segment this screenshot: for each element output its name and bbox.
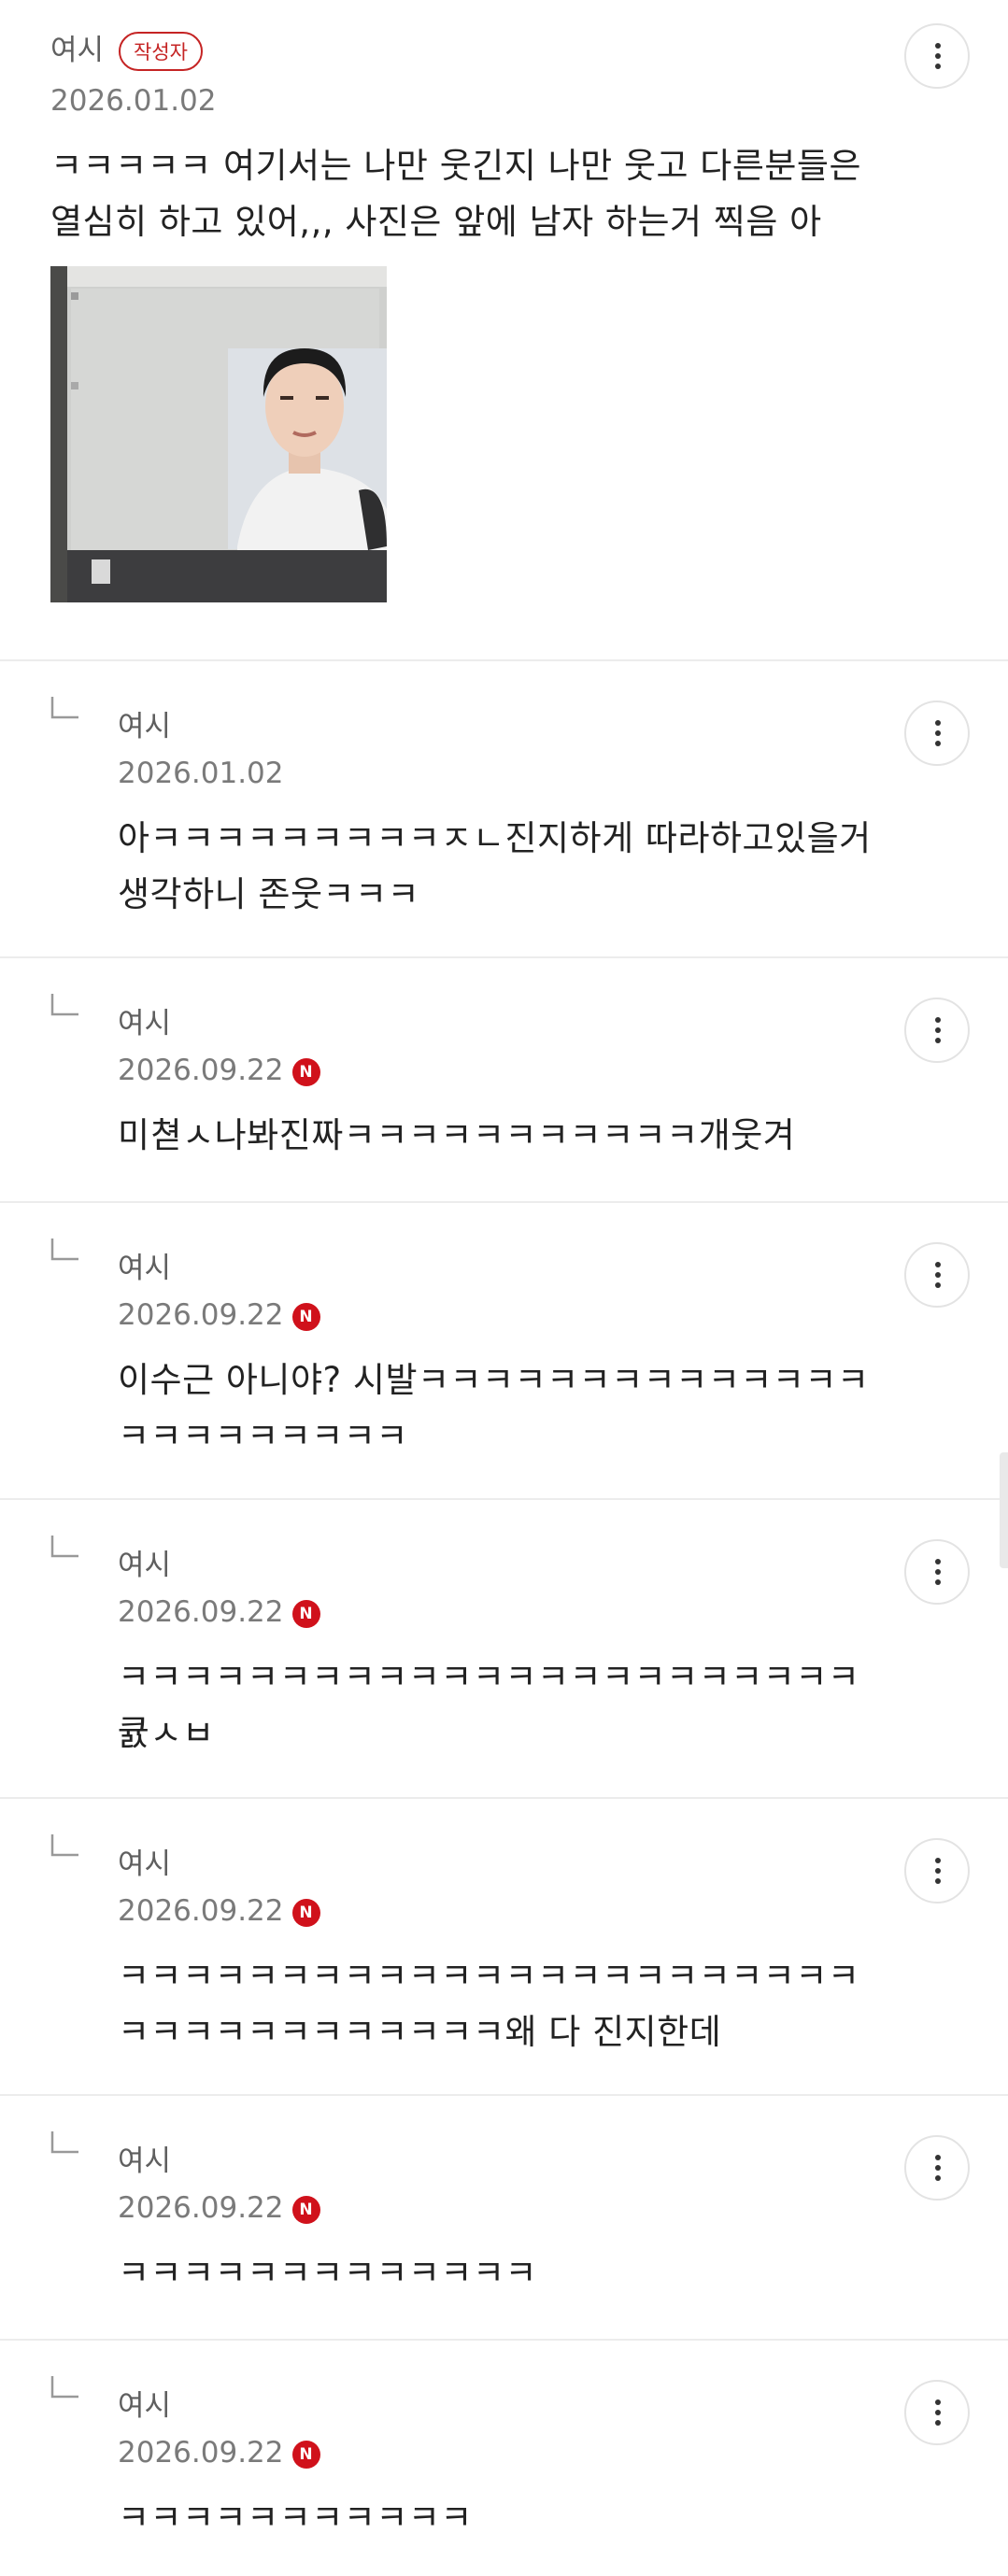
more-options-button[interactable] — [904, 23, 970, 89]
new-badge-icon: N — [291, 1058, 320, 1086]
reply-date: 2026.01.02 — [118, 755, 284, 792]
reply-date: 2026.09.22 N — [118, 1052, 320, 1089]
reply-text-line: ㅋㅋㅋㅋㅋㅋㅋㅋㅋㅋㅋ — [118, 2498, 473, 2538]
reply-arrow-icon — [50, 1238, 78, 1263]
reply-text: ㅋㅋㅋㅋㅋㅋㅋㅋㅋㅋㅋㅋㅋㅋㅋㅋㅋㅋㅋㅋㅋㅋㅋ ㅋㅋㅋㅋㅋㅋㅋㅋㅋㅋㅋㅋ왜 다 … — [118, 1948, 859, 2060]
reply-date: 2026.09.22 N — [118, 1892, 320, 1930]
reply-text-line: ㅋㅋㅋㅋㅋㅋㅋㅋㅋㅋㅋㅋ왜 다 진지한데 — [118, 2012, 722, 2052]
more-vertical-icon — [935, 43, 941, 69]
new-badge-icon: N — [291, 2196, 320, 2224]
reply-date-text: 2026.09.22 — [118, 1595, 284, 1629]
more-vertical-icon — [935, 1559, 941, 1585]
photo-image — [50, 266, 387, 602]
reply-date: 2026.09.22 N — [118, 2189, 320, 2227]
reply-text-line: ㅋㅋㅋㅋㅋㅋㅋㅋㅋㅋㅋㅋㅋ — [118, 2253, 538, 2293]
reply-text-line: 이수근 아니야? 시발ㅋㅋㅋㅋㅋㅋㅋㅋㅋㅋㅋㅋㅋㅋ — [118, 1360, 870, 1400]
more-options-button[interactable] — [904, 1539, 970, 1605]
attached-photo[interactable] — [50, 266, 387, 602]
reply-text: 이수근 아니야? 시발ㅋㅋㅋㅋㅋㅋㅋㅋㅋㅋㅋㅋㅋㅋ ㅋㅋㅋㅋㅋㅋㅋㅋㅋ — [118, 1352, 870, 1465]
more-options-button[interactable] — [904, 2380, 970, 2445]
reply-author: 여시 — [118, 1252, 172, 1285]
reply-date-text: 2026.01.02 — [118, 757, 284, 790]
more-options-button[interactable] — [904, 998, 970, 1063]
reply-text-line: 미쳗ㅅ나봐진짜ㅋㅋㅋㅋㅋㅋㅋㅋㅋㅋㅋ개웃겨 — [118, 1115, 796, 1155]
comment-text: ㅋㅋㅋㅋㅋ 여기서는 나만 웃긴지 나만 웃고 다른분들은 열심히 하고 있어,… — [50, 138, 861, 250]
reply-arrow-icon — [50, 1834, 78, 1859]
reply-date-text: 2026.09.22 — [118, 1894, 284, 1928]
new-badge-icon: N — [291, 2441, 320, 2469]
reply-comment: 여시 2026.01.02 아ㅋㅋㅋㅋㅋㅋㅋㅋㅋㅈㄴ진지하게 따라하고있을거 생… — [0, 661, 1008, 958]
reply-date-text: 2026.09.22 — [118, 2191, 284, 2225]
reply-arrow-icon — [50, 2131, 78, 2156]
more-vertical-icon — [935, 1017, 941, 1043]
more-options-button[interactable] — [904, 1838, 970, 1904]
author-comment: 여시 작성자 2026.01.02 ㅋㅋㅋㅋㅋ 여기서는 나만 웃긴지 나만 웃… — [0, 0, 1008, 661]
reply-date: 2026.09.22 N — [118, 2434, 320, 2471]
author-badge: 작성자 — [119, 32, 203, 71]
more-vertical-icon — [935, 2399, 941, 2426]
comment-text-line: 열심히 하고 있어,,, 사진은 앞에 남자 하는거 찍음 아 — [50, 202, 822, 242]
more-vertical-icon — [935, 2155, 941, 2181]
reply-text: ㅋㅋㅋㅋㅋㅋㅋㅋㅋㅋㅋ — [118, 2490, 473, 2546]
comment-text-line: ㅋㅋㅋㅋㅋ 여기서는 나만 웃긴지 나만 웃고 다른분들은 — [50, 146, 861, 186]
comment-date: 2026.01.02 — [50, 84, 217, 118]
reply-text: ㅋㅋㅋㅋㅋㅋㅋㅋㅋㅋㅋㅋㅋㅋㅋㅋㅋㅋㅋㅋㅋㅋㅋ 큜ㅅㅂ — [118, 1649, 859, 1762]
reply-text-line: ㅋㅋㅋㅋㅋㅋㅋㅋㅋㅋㅋㅋㅋㅋㅋㅋㅋㅋㅋㅋㅋㅋㅋ — [118, 1657, 860, 1697]
reply-text-line: 생각하니 존웃ㅋㅋㅋ — [118, 874, 420, 914]
scrollbar-thumb[interactable] — [1000, 1452, 1008, 1568]
reply-comment: 여시 2026.09.22 N ㅋㅋㅋㅋㅋㅋㅋㅋㅋㅋㅋㅋㅋㅋㅋㅋㅋㅋㅋㅋㅋㅋㅋ ㅋ… — [0, 1799, 1008, 2096]
more-vertical-icon — [935, 720, 941, 746]
reply-comment: 여시 2026.09.22 N 이수근 아니야? 시발ㅋㅋㅋㅋㅋㅋㅋㅋㅋㅋㅋㅋㅋㅋ… — [0, 1203, 1008, 1500]
reply-comment: 여시 2026.09.22 N 미쳗ㅅ나봐진짜ㅋㅋㅋㅋㅋㅋㅋㅋㅋㅋㅋ개웃겨 — [0, 958, 1008, 1203]
reply-comment: 여시 2026.09.22 N ㅋㅋㅋㅋㅋㅋㅋㅋㅋㅋㅋㅋㅋ — [0, 2096, 1008, 2341]
new-badge-icon: N — [291, 1600, 320, 1628]
reply-date-text: 2026.09.22 — [118, 2436, 284, 2470]
reply-author: 여시 — [118, 1007, 172, 1040]
reply-author: 여시 — [118, 1847, 172, 1881]
reply-text-line: ㅋㅋㅋㅋㅋㅋㅋㅋㅋㅋㅋㅋㅋㅋㅋㅋㅋㅋㅋㅋㅋㅋㅋ — [118, 1956, 860, 1996]
reply-author: 여시 — [118, 2144, 172, 2178]
reply-date-text: 2026.09.22 — [118, 1054, 284, 1087]
reply-text: 아ㅋㅋㅋㅋㅋㅋㅋㅋㅋㅈㄴ진지하게 따라하고있을거 생각하니 존웃ㅋㅋㅋ — [118, 811, 872, 923]
new-badge-icon: N — [291, 1303, 320, 1331]
reply-arrow-icon — [50, 2376, 78, 2400]
reply-text-line: ㅋㅋㅋㅋㅋㅋㅋㅋㅋ — [118, 1416, 408, 1456]
reply-arrow-icon — [50, 994, 78, 1018]
more-options-button[interactable] — [904, 2135, 970, 2201]
reply-date: 2026.09.22 N — [118, 1296, 320, 1334]
more-vertical-icon — [935, 1262, 941, 1288]
reply-comment: 여시 2026.09.22 N ㅋㅋㅋㅋㅋㅋㅋㅋㅋㅋㅋㅋㅋㅋㅋㅋㅋㅋㅋㅋㅋㅋㅋ 큜… — [0, 1500, 1008, 1799]
comment-author: 여시 — [50, 34, 105, 67]
new-badge-icon: N — [291, 1899, 320, 1927]
reply-arrow-icon — [50, 697, 78, 721]
reply-arrow-icon — [50, 1536, 78, 1560]
reply-author: 여시 — [118, 1549, 172, 1582]
reply-author: 여시 — [118, 2389, 172, 2423]
reply-author: 여시 — [118, 710, 172, 743]
reply-comment: 여시 2026.09.22 N ㅋㅋㅋㅋㅋㅋㅋㅋㅋㅋㅋ — [0, 2341, 1008, 2576]
reply-text-line: 큜ㅅㅂ — [118, 1713, 215, 1753]
more-options-button[interactable] — [904, 1242, 970, 1308]
reply-text-line: 아ㅋㅋㅋㅋㅋㅋㅋㅋㅋㅈㄴ진지하게 따라하고있을거 — [118, 818, 872, 858]
reply-text: 미쳗ㅅ나봐진짜ㅋㅋㅋㅋㅋㅋㅋㅋㅋㅋㅋ개웃겨 — [118, 1108, 795, 1164]
reply-date-text: 2026.09.22 — [118, 1298, 284, 1332]
reply-text: ㅋㅋㅋㅋㅋㅋㅋㅋㅋㅋㅋㅋㅋ — [118, 2245, 537, 2301]
reply-date: 2026.09.22 N — [118, 1593, 320, 1631]
more-vertical-icon — [935, 1858, 941, 1884]
more-options-button[interactable] — [904, 701, 970, 766]
